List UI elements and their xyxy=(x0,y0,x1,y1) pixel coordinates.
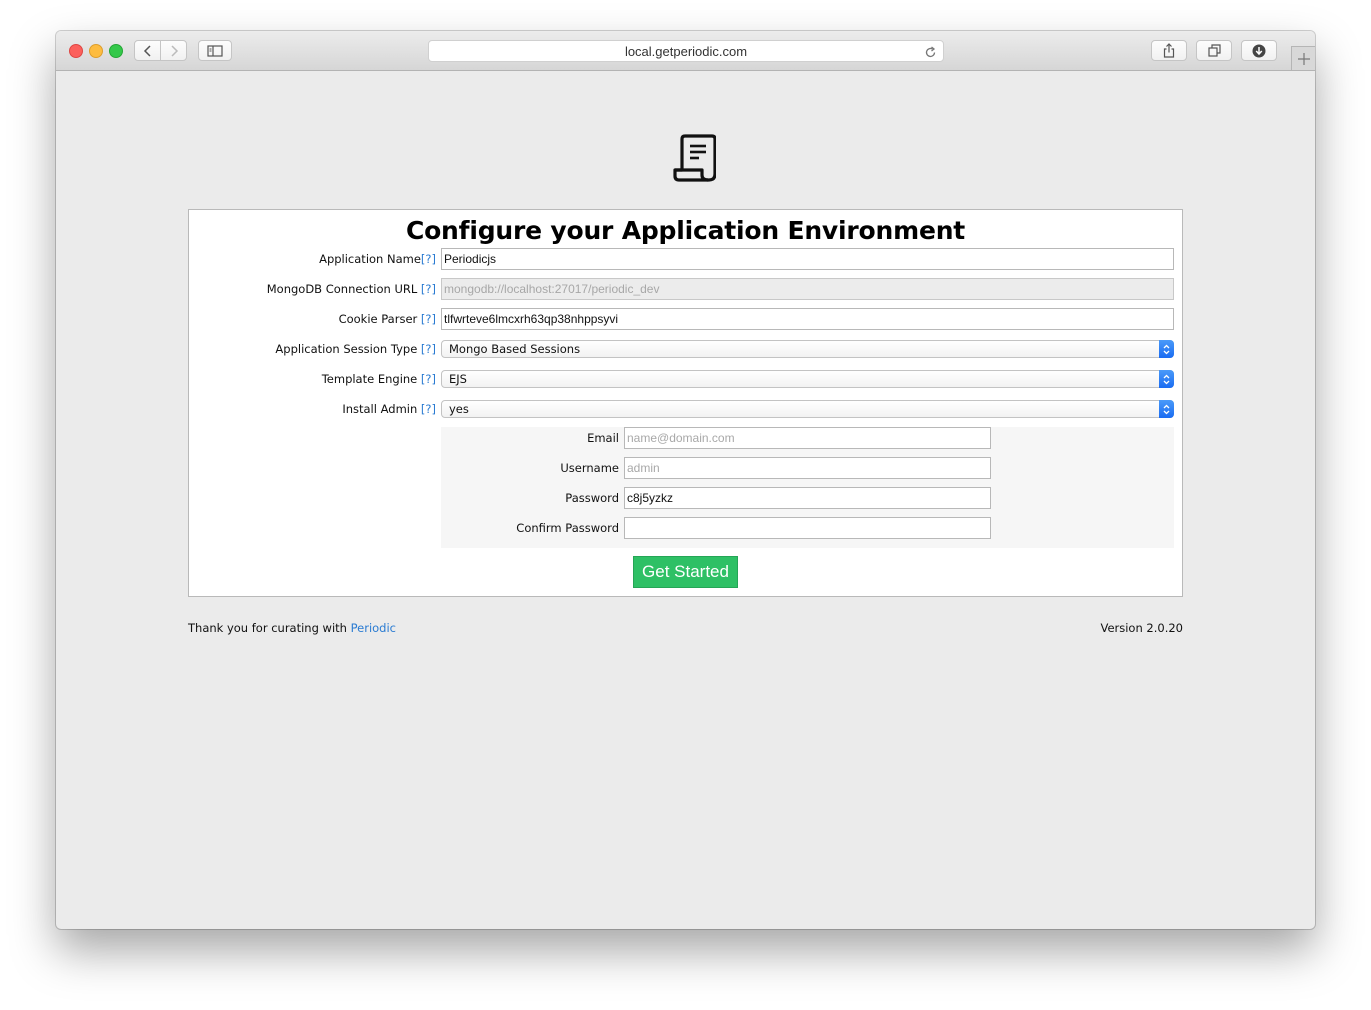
browser-toolbar: local.getperiodic.com xyxy=(56,31,1315,71)
receipt-scroll-icon xyxy=(672,134,717,186)
cookie-parser-input[interactable]: tlfwrteve6lmcxrh63qp38nhppsyvi xyxy=(441,308,1174,330)
mongo-url-input: mongodb://localhost:27017/periodic_dev xyxy=(441,278,1174,300)
sidebar-icon xyxy=(207,44,223,57)
email-field[interactable]: name@domain.com xyxy=(624,427,991,449)
page-content: Configure your Application Environment A… xyxy=(56,71,1315,929)
footer-thanks: Thank you for curating with Periodic xyxy=(188,621,396,635)
admin-user-section: Email name@domain.com Username admin Pas… xyxy=(441,427,1174,548)
cookie-parser-help-link[interactable]: [?] xyxy=(421,312,436,326)
get-started-button[interactable]: Get Started xyxy=(633,556,738,588)
session-type-label: Application Session Type [?] xyxy=(275,342,436,356)
downloads-button[interactable] xyxy=(1241,40,1277,61)
page-title: Configure your Application Environment xyxy=(405,216,966,245)
share-button[interactable] xyxy=(1151,40,1187,61)
version-text: Version 2.0.20 xyxy=(1100,621,1183,635)
session-type-select[interactable]: Mongo Based Sessions xyxy=(441,340,1174,358)
periodic-link[interactable]: Periodic xyxy=(351,621,396,635)
zoom-window-button[interactable] xyxy=(109,44,123,58)
app-name-input[interactable]: Periodicjs xyxy=(441,248,1174,270)
username-field[interactable]: admin xyxy=(624,457,991,479)
chevron-left-icon xyxy=(143,44,151,57)
session-type-help-link[interactable]: [?] xyxy=(421,342,436,356)
template-engine-help-link[interactable]: [?] xyxy=(421,372,436,386)
configuration-form: Configure your Application Environment A… xyxy=(188,209,1183,597)
template-engine-label: Template Engine [?] xyxy=(321,372,436,386)
install-admin-select[interactable]: yes xyxy=(441,400,1174,418)
chevron-right-icon xyxy=(170,44,178,57)
confirm-password-field[interactable] xyxy=(624,517,991,539)
select-arrows-icon xyxy=(1159,400,1174,418)
mongo-url-label: MongoDB Connection URL [?] xyxy=(266,282,436,296)
username-label: Username xyxy=(560,461,619,475)
app-name-label: Application Name[?] xyxy=(319,252,436,266)
password-label: Password xyxy=(565,491,619,505)
cookie-parser-label: Cookie Parser [?] xyxy=(338,312,436,326)
address-bar[interactable]: local.getperiodic.com xyxy=(428,40,944,62)
new-tab-button[interactable] xyxy=(1291,46,1315,70)
mongo-url-help-link[interactable]: [?] xyxy=(421,282,436,296)
install-admin-help-link[interactable]: [?] xyxy=(421,402,436,416)
close-window-button[interactable] xyxy=(69,44,83,58)
select-arrows-icon xyxy=(1159,340,1174,358)
email-label: Email xyxy=(587,431,619,445)
app-name-help-link[interactable]: [?] xyxy=(421,252,436,266)
download-icon xyxy=(1252,44,1266,57)
select-arrows-icon xyxy=(1159,370,1174,388)
show-tabs-button[interactable] xyxy=(1196,40,1232,61)
back-button[interactable] xyxy=(134,40,161,61)
confirm-password-label: Confirm Password xyxy=(516,521,619,535)
forward-button[interactable] xyxy=(160,40,187,61)
minimize-window-button[interactable] xyxy=(89,44,103,58)
reload-icon[interactable] xyxy=(924,44,937,63)
url-text: local.getperiodic.com xyxy=(624,44,748,59)
plus-icon xyxy=(1297,52,1310,65)
template-engine-select[interactable]: EJS xyxy=(441,370,1174,388)
password-field[interactable]: c8j5yzkz xyxy=(624,487,991,509)
browser-window: local.getperiodic.com Configure your App… xyxy=(56,31,1315,929)
install-admin-label: Install Admin [?] xyxy=(342,402,436,416)
share-icon xyxy=(1163,43,1175,58)
tabs-icon xyxy=(1207,44,1221,57)
sidebar-toggle-button[interactable] xyxy=(198,40,232,61)
